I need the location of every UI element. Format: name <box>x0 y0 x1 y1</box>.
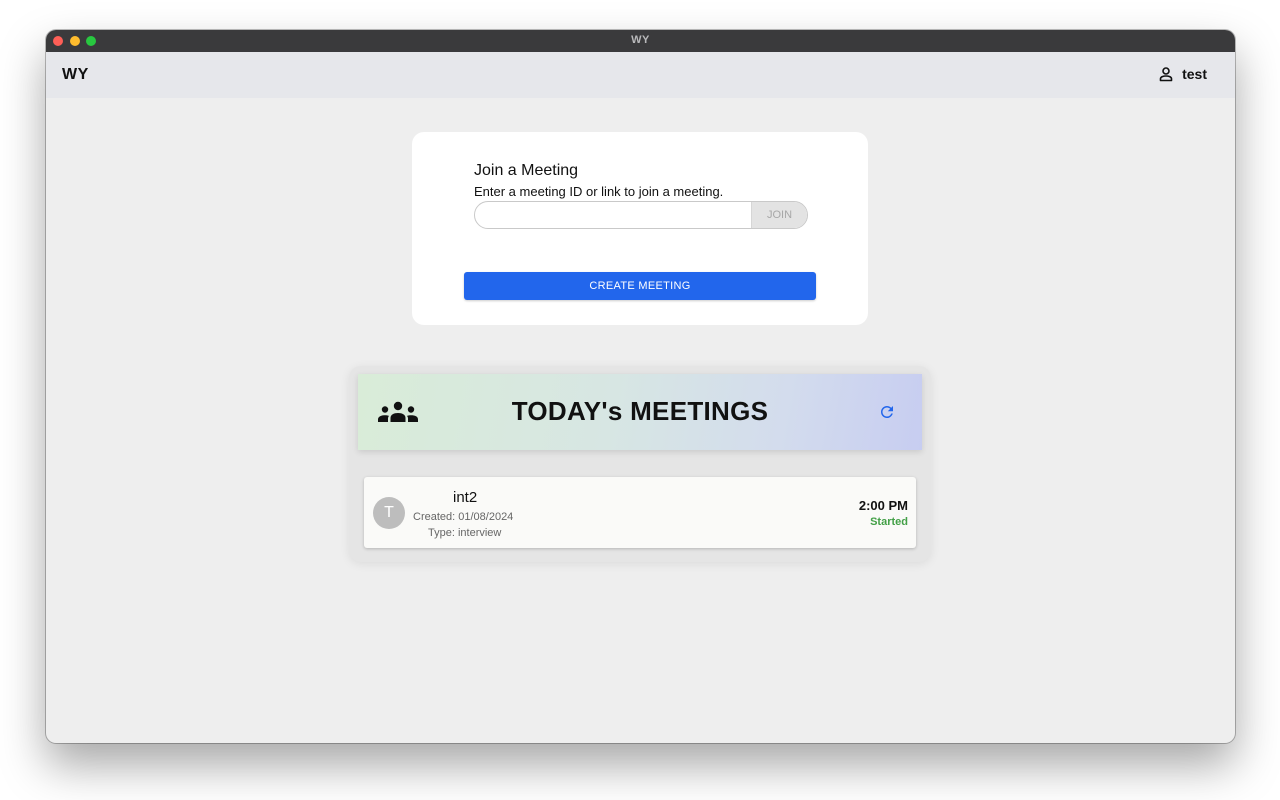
user-name: test <box>1182 66 1207 82</box>
meeting-name: int2 <box>453 489 478 506</box>
join-meeting-card: Join a Meeting Enter a meeting ID or lin… <box>412 132 868 325</box>
app-window: WY WY test Join a Meeting Enter a meetin… <box>46 30 1235 743</box>
meeting-type: Type: interview <box>428 527 502 539</box>
meeting-id-input[interactable] <box>475 202 751 228</box>
todays-meetings-panel: TODAY's MEETINGS T int2 Created: 01/08/2… <box>349 366 931 562</box>
join-subtitle: Enter a meeting ID or link to join a mee… <box>474 184 724 199</box>
window-title: WY <box>631 34 650 46</box>
user-menu[interactable]: test <box>1158 66 1207 82</box>
meetings-title: TODAY's MEETINGS <box>511 396 769 426</box>
meeting-created: Created: 01/08/2024 <box>413 511 514 523</box>
avatar: T <box>373 497 405 529</box>
meeting-status: Started <box>870 516 908 528</box>
meeting-time: 2:00 PM <box>858 498 908 513</box>
app-bar: WY test <box>46 52 1235 98</box>
refresh-icon[interactable] <box>878 403 896 421</box>
title-bar: WY <box>46 30 1235 52</box>
create-meeting-button[interactable]: CREATE MEETING <box>464 272 816 300</box>
join-field: JOIN <box>474 201 808 229</box>
app-brand[interactable]: WY <box>62 66 89 84</box>
person-icon <box>1159 67 1173 82</box>
meeting-list-item[interactable]: T int2 Created: 01/08/2024 Type: intervi… <box>364 477 916 548</box>
join-button[interactable]: JOIN <box>751 202 807 228</box>
join-title: Join a Meeting <box>474 162 579 179</box>
meetings-header: TODAY's MEETINGS <box>358 374 922 450</box>
